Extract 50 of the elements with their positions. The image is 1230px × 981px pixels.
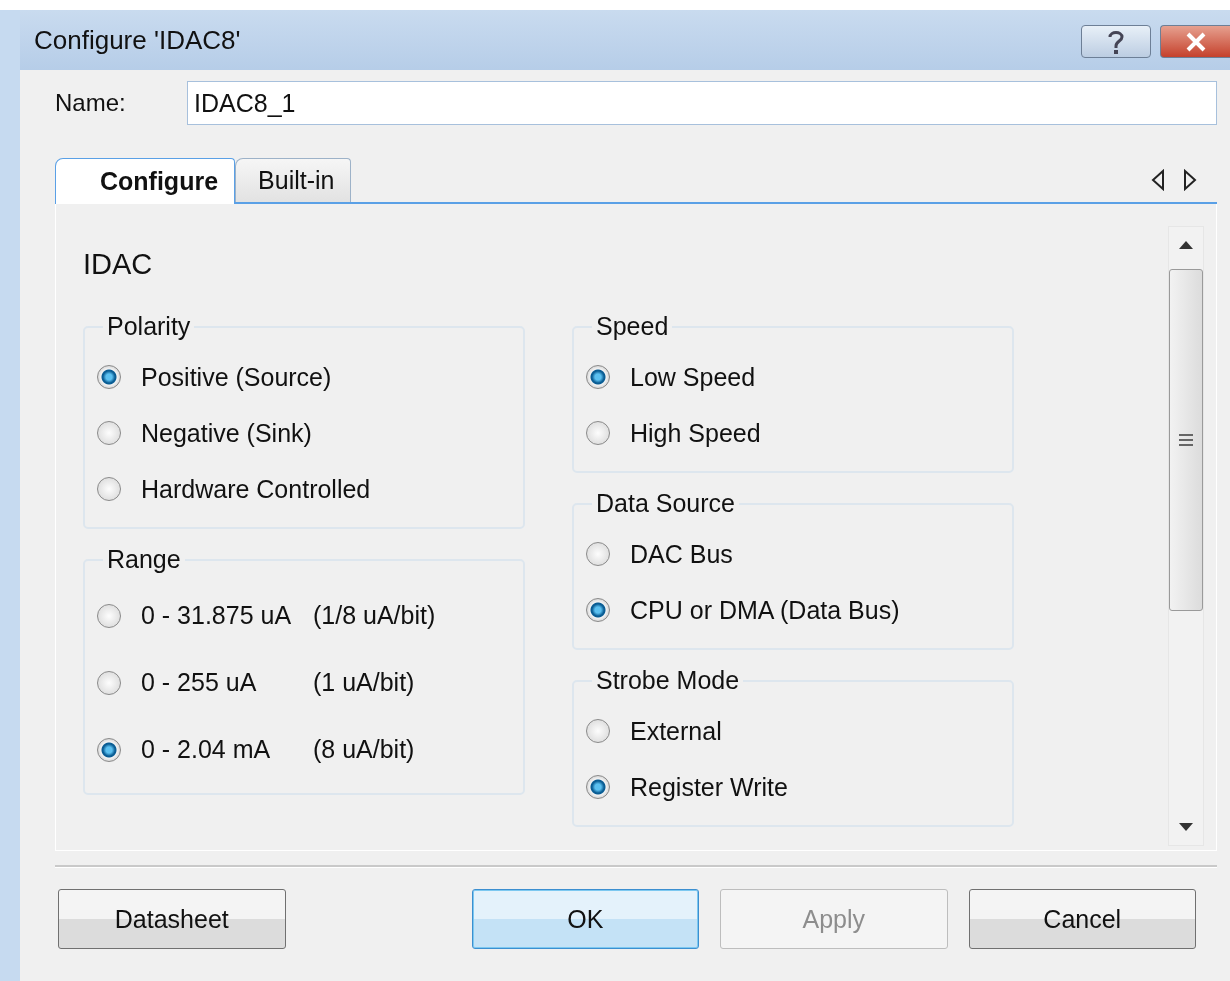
option-label: Low Speed	[630, 362, 756, 392]
radio-button[interactable]	[97, 670, 121, 695]
option-note: (1/8 uA/bit)	[313, 601, 436, 630]
section-title: IDAC	[83, 248, 154, 282]
close-button[interactable]	[1160, 25, 1230, 58]
option-label: Negative (Sink)	[141, 418, 312, 448]
group-label: Data Source	[595, 489, 736, 518]
radio-button[interactable]	[97, 365, 121, 389]
option-label: 0 - 255 uA	[141, 668, 258, 697]
scroll-up-icon[interactable]	[1179, 241, 1193, 249]
radio-button[interactable]	[586, 719, 610, 743]
radio-button[interactable]	[586, 775, 610, 799]
scrollbar-thumb[interactable]	[1169, 269, 1203, 611]
radio-button[interactable]	[586, 365, 610, 389]
window-title: Configure 'IDAC8'	[34, 24, 241, 56]
option-note: (8 uA/bit)	[313, 735, 415, 764]
grip-icon	[1179, 434, 1193, 446]
scroll-left-icon[interactable]	[1151, 169, 1165, 191]
option-label: External	[630, 716, 722, 746]
radio-button[interactable]	[97, 737, 121, 762]
radio-button[interactable]	[586, 542, 610, 566]
scrollbar[interactable]	[1168, 226, 1204, 846]
option-label: High Speed	[630, 418, 761, 448]
option-label: Hardware Controlled	[141, 474, 371, 504]
group-label: Polarity	[106, 312, 192, 341]
group-label: Strobe Mode	[595, 666, 741, 695]
dialog-button[interactable]: Datasheet	[58, 889, 286, 949]
radio-button[interactable]	[97, 477, 121, 501]
radio-button[interactable]	[586, 598, 610, 622]
help-button[interactable]	[1081, 25, 1151, 58]
option-label: Positive (Source)	[141, 362, 332, 392]
group-label: Speed	[595, 312, 670, 341]
scroll-right-icon[interactable]	[1183, 169, 1197, 191]
name-label: Name:	[55, 89, 127, 117]
option-label: Register Write	[630, 772, 788, 802]
option-label: 0 - 2.04 mA	[141, 735, 272, 764]
option-label: CPU or DMA (Data Bus)	[630, 595, 900, 625]
tab[interactable]: Configure	[55, 158, 236, 204]
option-label: DAC Bus	[630, 539, 733, 569]
radio-button[interactable]	[97, 603, 121, 628]
scroll-down-icon[interactable]	[1179, 823, 1193, 831]
group-label: Range	[106, 545, 182, 574]
radio-button[interactable]	[586, 421, 610, 445]
tab[interactable]: Built-in	[235, 158, 352, 202]
name-field[interactable]: IDAC8_1	[187, 81, 1217, 125]
option-label: 0 - 31.875 uA	[141, 601, 293, 630]
option-note: (1 uA/bit)	[313, 668, 415, 697]
dialog-button[interactable]: Cancel	[968, 889, 1196, 949]
radio-button[interactable]	[97, 421, 121, 445]
dialog-button[interactable]: OK	[471, 889, 699, 949]
